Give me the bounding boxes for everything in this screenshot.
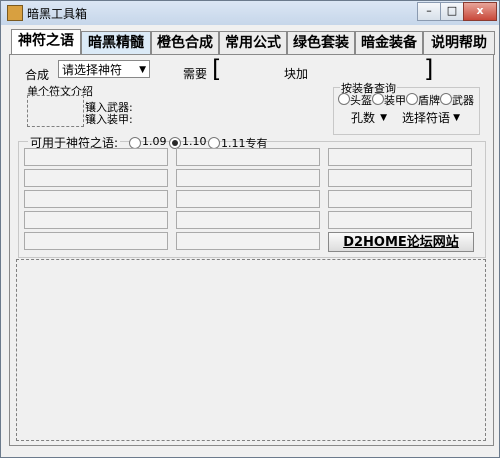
runeword-cell[interactable] [176,190,320,208]
tab-help[interactable]: 说明帮助 [423,31,495,55]
runeword-cell[interactable] [24,169,168,187]
runeword-cell[interactable] [24,148,168,166]
runeword-cell[interactable] [328,169,472,187]
runeword-cell[interactable] [176,232,320,250]
tab-orange-craft[interactable]: 橙色合成 [151,31,219,55]
rune-image-box [27,95,84,127]
runeword-cell[interactable] [176,169,320,187]
tab-runewords[interactable]: 神符之语 [11,29,81,56]
detail-area [16,259,486,441]
rune-select-value: 请选择神符 [62,63,123,77]
tab-common-formulas[interactable]: 常用公式 [219,31,287,55]
tab-diablo-essence[interactable]: 暗黑精髓 [81,31,151,55]
close-button[interactable]: x [463,2,497,21]
runeword-select[interactable]: 选择符语 ▼ [398,108,464,126]
chevron-down-icon: ▼ [380,113,387,123]
version-109-label: 1.09 [142,135,167,148]
runeword-cell[interactable] [24,232,168,250]
version-110-label: 1.10 [182,135,207,148]
armor-label: 镶入装甲: [85,113,133,126]
runeword-cell[interactable] [328,148,472,166]
runeword-cell[interactable] [24,190,168,208]
radio-weapon-label: 武器 [452,94,474,107]
chevron-down-icon: ▼ [453,113,460,123]
runeword-cell[interactable] [176,148,320,166]
radio-shield[interactable] [406,93,418,105]
rune-select[interactable]: 请选择神符 ▼ [58,60,150,78]
bracket-right: ] [424,55,434,83]
app-icon [7,5,23,21]
radio-armor[interactable] [372,93,384,105]
radio-weapon[interactable] [440,93,452,105]
sockets-select-value: 孔数 [351,111,376,125]
chevron-down-icon: ▼ [139,65,146,75]
tab-unique-items[interactable]: 暗金装备 [355,31,423,55]
app-window: 暗黑工具箱 – □ x 神符之语 暗黑精髓 橙色合成 常用公式 绿色套装 暗金装… [0,0,500,458]
runeword-cell[interactable] [24,211,168,229]
radio-helm-label: 头盔 [350,94,372,107]
sockets-select[interactable]: 孔数 ▼ [347,108,391,126]
runeword-select-value: 选择符语 [402,111,451,125]
radio-helm[interactable] [338,93,350,105]
need-label: 需要 [183,67,208,81]
window-title: 暗黑工具箱 [27,7,88,21]
runeword-cell[interactable] [328,190,472,208]
radio-armor-label: 装甲 [384,94,406,107]
radio-shield-label: 盾牌 [418,94,440,107]
tab-green-sets[interactable]: 绿色套装 [287,31,355,55]
tab-panel: 合成 请选择神符 ▼ 需要 [ 块加 ] 单个符文介绍 镶入武器: 镶入装甲: … [9,54,494,446]
maximize-button[interactable]: □ [440,2,464,21]
minimize-button[interactable]: – [417,2,441,21]
runeword-cell[interactable] [176,211,320,229]
d2home-forum-button[interactable]: D2HOME论坛网站 [328,232,474,252]
unit-label: 块加 [284,67,309,81]
compose-label: 合成 [25,68,50,82]
bracket-left: [ [212,55,222,83]
title-bar[interactable]: 暗黑工具箱 – □ x [1,1,499,25]
runeword-cell[interactable] [328,211,472,229]
